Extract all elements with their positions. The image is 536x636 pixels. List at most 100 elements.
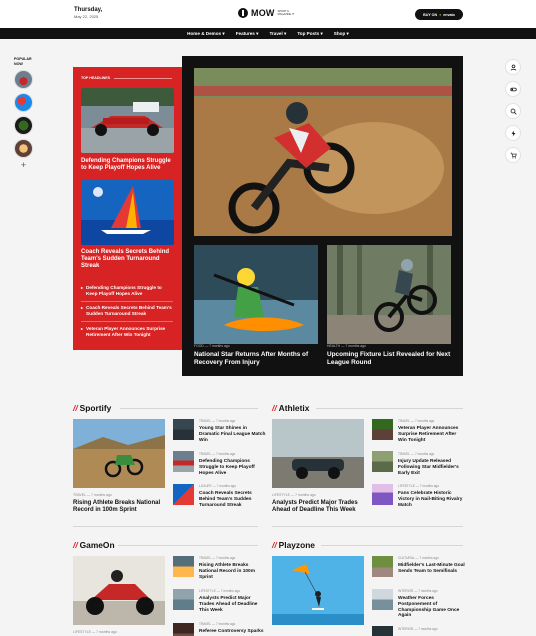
sportify-mini-2-title[interactable]: Defending Champions Struggle to Keep Pla… xyxy=(199,459,267,476)
sportify-lead-title[interactable]: Rising Athlete Breaks National Record in… xyxy=(73,500,165,515)
heading-slash-icon: // xyxy=(272,403,277,413)
playzone-mini-3-image[interactable] xyxy=(372,626,393,636)
athletix-mini-3-meta: LIFESTYLE — 7 months ago xyxy=(398,484,439,488)
windsurf-image[interactable] xyxy=(81,180,174,245)
athletix-mini-3-title[interactable]: Fans Celebrate Historic Victory in Nail-… xyxy=(398,491,466,508)
sportify-mini-1-title[interactable]: Young Star Shines in Dramatic Final Leag… xyxy=(199,426,267,443)
section-heading-athletix[interactable]: //Athletix xyxy=(272,403,309,413)
athletix-mini-2-image[interactable] xyxy=(372,451,393,472)
playzone-lead-image[interactable] xyxy=(272,556,364,625)
date-block: Thursday, May 22, 2025 xyxy=(74,7,102,19)
top-story-2-title[interactable]: Coach Reveals Secrets Behind Team's Sudd… xyxy=(81,249,173,270)
mountain-bike-image[interactable] xyxy=(327,245,451,344)
toggle-icon[interactable] xyxy=(505,81,521,97)
sportify-mini-2-image[interactable] xyxy=(173,451,194,472)
logo-text: MOW xyxy=(251,8,275,18)
envato-leaf-icon: ● xyxy=(439,13,441,17)
gameon-lead-meta: LIFESTYLE — 7 months ago xyxy=(73,630,117,634)
bolt-icon[interactable] xyxy=(505,125,521,141)
playzone-mini-1-title[interactable]: Midfielder's Last-Minute Goal Sends Team… xyxy=(398,563,466,575)
heading-slash-icon: // xyxy=(73,540,78,550)
sportify-lead-image[interactable] xyxy=(73,419,165,488)
playzone-mini-2-title[interactable]: Weather Forces Postponement of Champions… xyxy=(398,596,466,619)
gameon-mini-1-meta: TRAVEL — 7 months ago xyxy=(199,556,235,560)
sportify-mini-3-image[interactable] xyxy=(173,484,194,505)
user-icon[interactable] xyxy=(505,59,521,75)
athletix-lead-title[interactable]: Analysts Predict Major Trades Ahead of D… xyxy=(272,500,364,515)
gameon-mini-2-image[interactable] xyxy=(173,589,194,610)
heading-slash-icon: // xyxy=(272,540,277,550)
athletix-lead-image[interactable] xyxy=(272,419,364,488)
sportify-mini-1-image[interactable] xyxy=(173,419,194,440)
nav-home-demos[interactable]: Home & Demos ▾ xyxy=(187,31,225,37)
section-divider xyxy=(73,526,258,527)
section-divider xyxy=(272,526,463,527)
buy-brand: envato xyxy=(443,13,455,17)
bullet-divider xyxy=(81,321,173,322)
cart-icon[interactable] xyxy=(505,147,521,163)
nav-features[interactable]: Features ▾ xyxy=(236,31,259,37)
site-header: Thursday, May 22, 2025 MOW SPORT & MAGAZ… xyxy=(0,0,536,28)
popular-avatar-bike[interactable] xyxy=(14,116,33,135)
magazine-homepage: Thursday, May 22, 2025 MOW SPORT & MAGAZ… xyxy=(0,0,536,636)
sportify-mini-3-title[interactable]: Coach Reveals Secrets Behind Team's Sudd… xyxy=(199,491,267,508)
quick-action-rail xyxy=(505,59,525,169)
buy-label: BUY ON xyxy=(423,13,437,17)
gameon-mini-3-meta: TRAVEL — 7 months ago xyxy=(199,622,235,626)
f1-race-image[interactable] xyxy=(81,88,174,153)
site-logo[interactable]: MOW SPORT & MAGAZINE IT xyxy=(238,8,300,18)
popular-add-icon[interactable]: + xyxy=(14,160,33,174)
gameon-mini-1-title[interactable]: Rising Athlete Breaks National Record in… xyxy=(199,563,267,580)
gameon-mini-2-title[interactable]: Analysts Predict Major Trades Ahead of D… xyxy=(199,596,267,613)
nav-top-posts[interactable]: Top Posts ▾ xyxy=(297,31,322,37)
popular-avatar-sailing[interactable] xyxy=(14,93,33,112)
sportify-mini-2-meta: TRAVEL — 7 months ago xyxy=(199,452,235,456)
athletix-mini-1-meta: TRAVEL — 7 months ago xyxy=(398,419,434,423)
section-rule xyxy=(118,545,258,546)
gameon-mini-3-image[interactable] xyxy=(173,623,194,636)
section-heading-sportify[interactable]: //Sportify xyxy=(73,403,111,413)
popular-label: POPULAR NOW xyxy=(14,57,36,66)
section-heading-playzone[interactable]: //Playzone xyxy=(272,540,315,550)
section-title: Athletix xyxy=(279,403,310,413)
featured-right-meta: HEALTH — 7 months ago xyxy=(327,344,366,348)
playzone-mini-2-image[interactable] xyxy=(372,589,393,610)
athletix-mini-3-image[interactable] xyxy=(372,484,393,505)
popular-avatar-f1[interactable] xyxy=(14,70,33,89)
section-rule xyxy=(321,545,463,546)
popular-now-rail: POPULAR NOW + xyxy=(14,57,36,174)
section-title: Sportify xyxy=(80,403,112,413)
headline-bullet-2[interactable]: Coach Reveals Secrets Behind Team's Sudd… xyxy=(81,305,173,316)
search-icon[interactable] xyxy=(505,103,521,119)
featured-left-title[interactable]: National Star Returns After Months of Re… xyxy=(194,351,318,367)
kayak-image[interactable] xyxy=(194,245,318,344)
playzone-mini-1-meta: CULTURAL — 7 months ago xyxy=(398,556,439,560)
top-headlines-panel: TOP HEADLINES Defending Champions Strugg… xyxy=(73,67,182,350)
popular-avatar-runner[interactable] xyxy=(14,139,33,158)
athletix-mini-1-title[interactable]: Veteran Player Announces Surprise Retire… xyxy=(398,426,466,443)
section-heading-gameon[interactable]: //GameOn xyxy=(73,540,115,550)
nav-shop[interactable]: Shop ▾ xyxy=(334,31,349,37)
gameon-lead-image[interactable] xyxy=(73,556,165,625)
main-nav: Home & Demos ▾ Features ▾ Travel ▾ Top P… xyxy=(0,28,536,39)
gameon-mini-1-image[interactable] xyxy=(173,556,194,577)
motocross-hero-image[interactable] xyxy=(194,68,452,236)
section-rule xyxy=(316,408,463,409)
headline-bullet-1[interactable]: Defending Champions Struggle to Keep Pla… xyxy=(81,285,173,296)
playzone-mini-1-image[interactable] xyxy=(372,556,393,577)
bullet-divider xyxy=(81,301,173,302)
athletix-mini-2-title[interactable]: Injury Update Released Following Star Mi… xyxy=(398,459,466,476)
buy-on-envato-button[interactable]: BUY ON ● envato xyxy=(415,9,463,20)
athletix-lead-meta: LIFESTYLE — 7 months ago xyxy=(272,493,316,497)
playzone-mini-2-meta: INTERIOR — 7 months ago xyxy=(398,589,438,593)
headline-bullet-3[interactable]: Veteran Player Announces Surprise Retire… xyxy=(81,326,173,337)
athletix-mini-1-image[interactable] xyxy=(372,419,393,440)
top-story-1-title[interactable]: Defending Champions Struggle to Keep Pla… xyxy=(81,158,173,172)
sportify-mini-3-meta: LUXURY — 7 months ago xyxy=(199,484,236,488)
featured-left-meta: FOOD — 7 months ago xyxy=(194,344,230,348)
nav-travel[interactable]: Travel ▾ xyxy=(269,31,286,37)
weekday: Thursday, xyxy=(74,7,102,13)
gameon-mini-3-title[interactable]: Referee Controversy Sparks xyxy=(199,629,267,635)
featured-right-title[interactable]: Upcoming Fixture List Revealed for Next … xyxy=(327,351,451,367)
athletix-mini-2-meta: TRAVEL — 7 months ago xyxy=(398,452,434,456)
